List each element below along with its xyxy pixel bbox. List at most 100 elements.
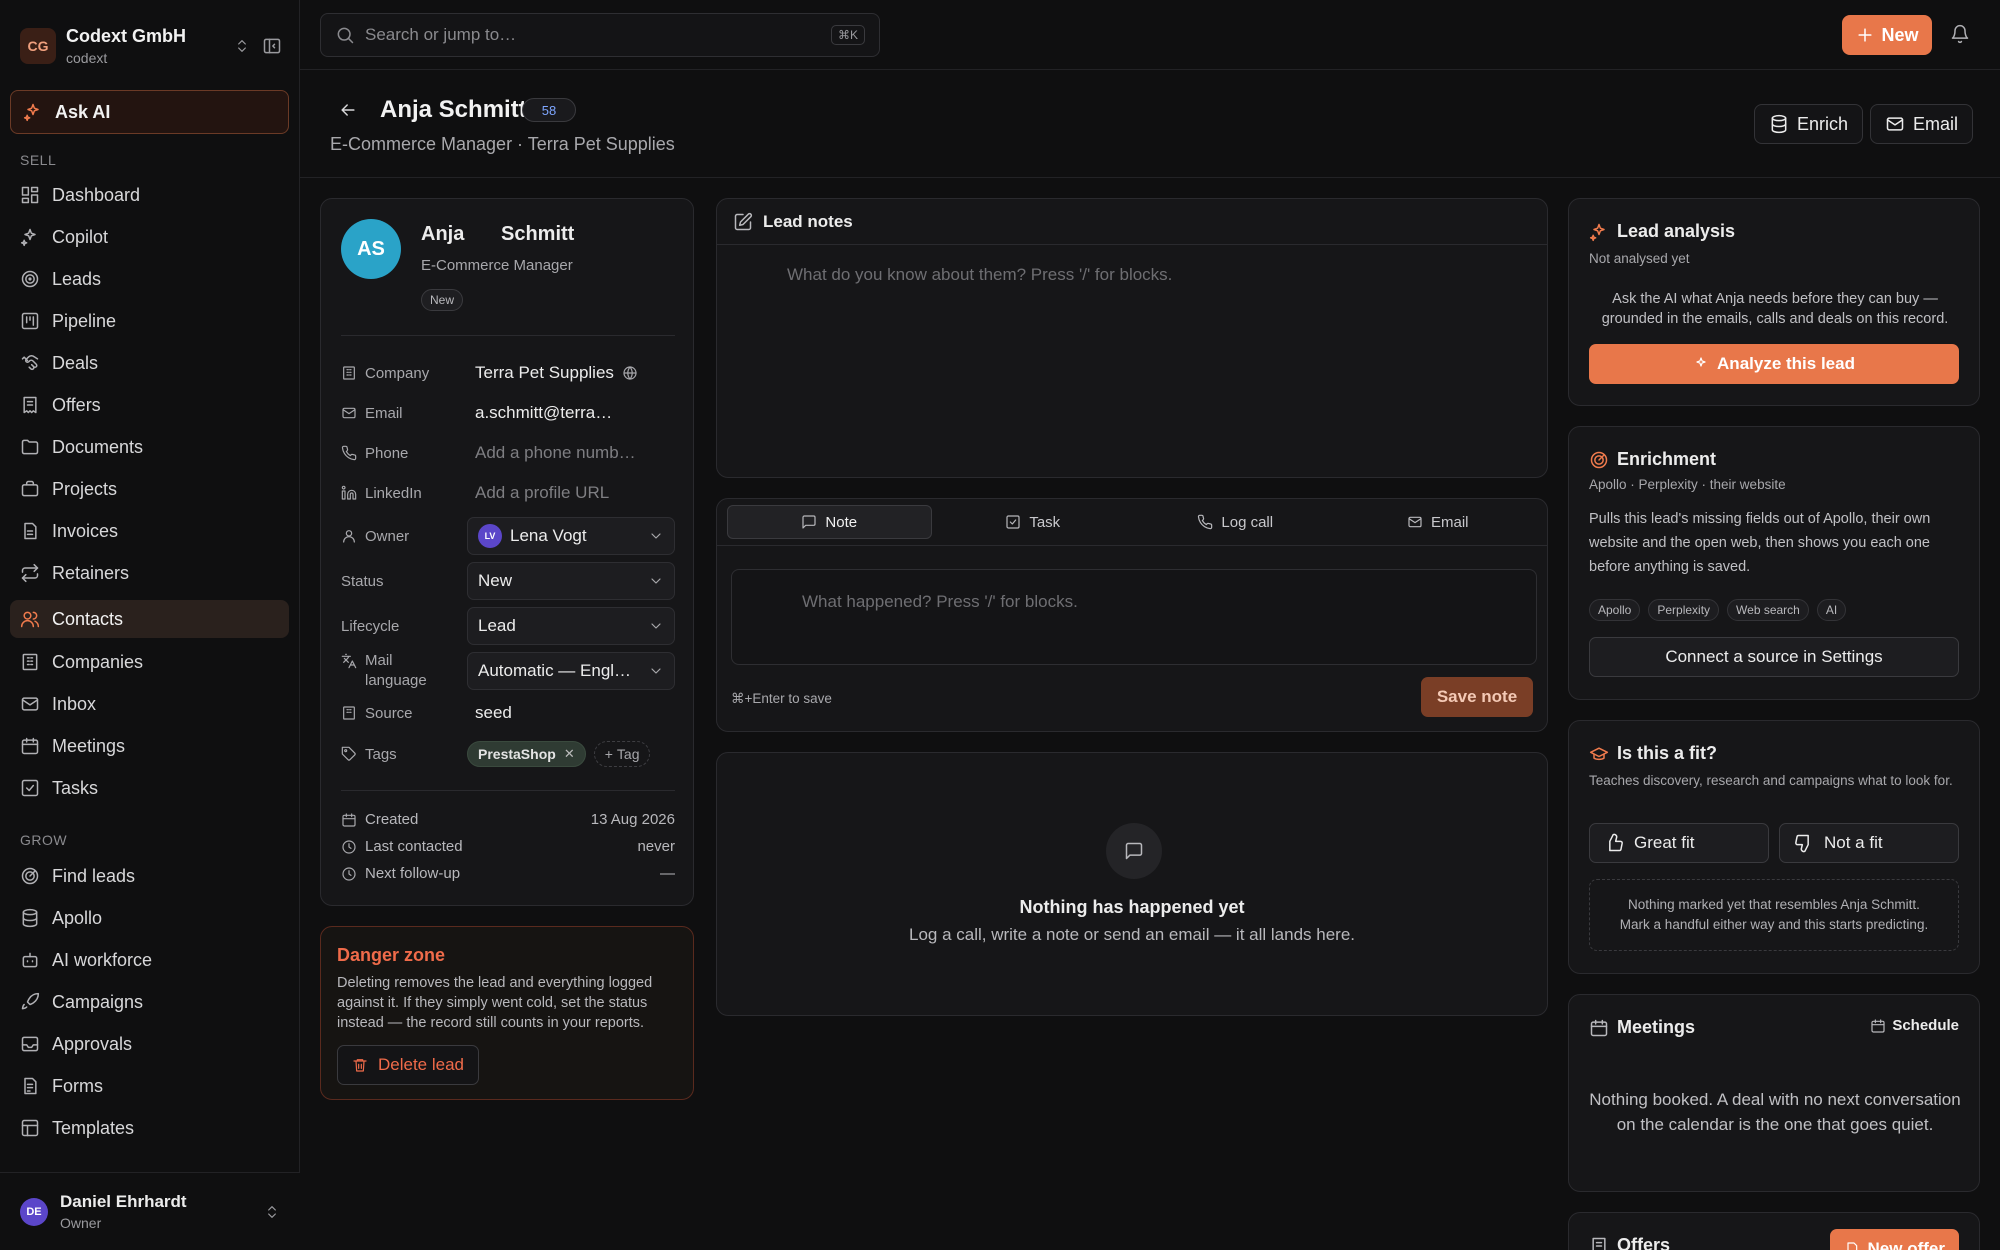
sidebar-item-forms[interactable]: Forms <box>10 1067 289 1105</box>
radar-icon <box>1590 451 1608 468</box>
enrich-button[interactable]: Enrich <box>1754 104 1864 144</box>
sparkles-icon <box>1696 357 1706 367</box>
card-title: Meetings <box>1617 1017 1696 1037</box>
enrich-label: Enrich <box>1797 113 1849 134</box>
new-button[interactable]: New <box>1842 15 1932 55</box>
email-row: Email a.schmitt@terra… <box>341 403 675 423</box>
sidebar-item-projects[interactable]: Projects <box>10 470 289 508</box>
new-offer-button[interactable]: New offer <box>1829 1229 1959 1250</box>
sidebar-item-companies[interactable]: Companies <box>10 643 289 681</box>
email-field[interactable]: a.schmitt@terra… <box>475 403 612 423</box>
meetings-card: Meetings Schedule Nothing booked. A deal… <box>1568 994 1980 1192</box>
sidebar-item-dashboard[interactable]: Dashboard <box>10 176 289 214</box>
analyze-lead-button[interactable]: Analyze this lead <box>1589 344 1959 384</box>
lead-score-badge: 58 <box>522 98 576 122</box>
phone-row: Phone Add a phone numb… <box>341 443 675 463</box>
first-name-field[interactable]: Anja <box>421 223 464 246</box>
activity-note-placeholder: What happened? Press '/' for blocks. <box>802 592 1078 611</box>
tab-log-call[interactable]: Log call <box>1134 505 1337 539</box>
great-fit-button[interactable]: Great fit <box>1589 823 1769 863</box>
bot-icon <box>22 952 38 968</box>
owner-avatar: LV <box>478 524 502 548</box>
chevron-up-down-icon[interactable] <box>234 38 250 54</box>
user-role: Owner <box>60 1215 102 1231</box>
sidebar-item-inbox[interactable]: Inbox <box>10 685 289 723</box>
ask-ai-button[interactable]: Ask AI <box>10 90 289 134</box>
sidebar-item-label: Campaigns <box>52 991 144 1012</box>
sidebar-item-label: Apollo <box>52 907 103 928</box>
sidebar-item-templates[interactable]: Templates <box>10 1109 289 1147</box>
search-placeholder: Search or jump to… <box>365 25 517 44</box>
sidebar-item-pipeline[interactable]: Pipeline <box>10 302 289 340</box>
status-select[interactable]: New <box>467 562 675 600</box>
tab-email[interactable]: Email <box>1337 505 1540 539</box>
close-icon[interactable]: ✕ <box>564 746 575 762</box>
mail-language-select[interactable]: Automatic — Engl… <box>467 652 675 690</box>
sidebar-item-deals[interactable]: Deals <box>10 344 289 382</box>
tab-task[interactable]: Task <box>932 505 1135 539</box>
sidebar-item-invoices[interactable]: Invoices <box>10 512 289 550</box>
phone-field[interactable]: Add a phone numb… <box>475 443 636 463</box>
tag-icon <box>341 746 356 761</box>
back-arrow-icon[interactable] <box>338 100 358 120</box>
tag-chip[interactable]: PrestaShop ✕ <box>467 741 586 767</box>
radar-icon <box>21 867 39 885</box>
sidebar-item-documents[interactable]: Documents <box>10 428 289 466</box>
linkedin-field[interactable]: Add a profile URL <box>475 483 609 503</box>
sidebar-item-approvals[interactable]: Approvals <box>10 1025 289 1063</box>
tab-label: Note <box>825 513 858 531</box>
sidebar-item-ai-workforce[interactable]: AI workforce <box>10 941 289 979</box>
sidebar-item-tasks[interactable]: Tasks <box>10 769 289 807</box>
email-button[interactable]: Email <box>1870 104 1974 144</box>
company-value[interactable]: Terra Pet Supplies <box>475 363 638 383</box>
chevron-down-icon <box>651 668 661 674</box>
calendar-icon <box>21 737 39 755</box>
enrichment-source-chips: Apollo Perplexity Web search AI <box>1589 599 1854 621</box>
add-tag-button[interactable]: + Tag <box>593 741 651 767</box>
mail-icon <box>21 697 39 711</box>
sidebar-item-retainers[interactable]: Retainers <box>10 554 289 592</box>
bell-icon[interactable] <box>1950 24 1970 44</box>
sidebar-item-leads[interactable]: Leads <box>10 260 289 298</box>
last-name-field[interactable]: Schmitt <box>501 223 574 246</box>
sidebar-item-contacts[interactable]: Contacts <box>10 600 289 638</box>
source-chip: Perplexity <box>1648 599 1720 621</box>
database-icon <box>1771 114 1787 134</box>
source-chip: AI <box>1816 599 1847 621</box>
lead-notes-editor[interactable]: What do you know about them? Press '/' f… <box>787 265 1172 285</box>
search-input[interactable]: Search or jump to… ⌘K <box>320 13 880 57</box>
connect-source-button[interactable]: Connect a source in Settings <box>1589 637 1959 677</box>
job-title-field[interactable]: E-Commerce Manager <box>421 257 573 274</box>
sidebar-item-offers[interactable]: Offers <box>10 386 289 424</box>
tab-note[interactable]: Note <box>727 505 932 539</box>
sidebar-item-label: Companies <box>52 651 144 672</box>
sparkles-icon <box>23 103 39 122</box>
building-icon <box>343 706 355 720</box>
enrichment-sources: Apollo · Perplexity · their website <box>1589 477 1786 492</box>
dashboard-icon <box>21 186 39 204</box>
sidebar-item-copilot[interactable]: Copilot <box>10 218 289 256</box>
building-icon <box>343 366 355 380</box>
lifecycle-select[interactable]: Lead <box>467 607 675 645</box>
owner-select[interactable]: LV Lena Vogt <box>467 517 675 555</box>
analyze-lead-label: Analyze this lead <box>1717 354 1855 373</box>
sidebar-item-apollo[interactable]: Apollo <box>10 899 289 937</box>
activity-note-input[interactable]: What happened? Press '/' for blocks. <box>731 569 1537 665</box>
divider <box>341 790 675 791</box>
card-title: Is this a fit? <box>1617 743 1718 763</box>
user-menu[interactable]: DE Daniel Ehrhardt Owner <box>0 1172 300 1250</box>
last-contacted-value: never <box>637 838 675 855</box>
sidebar-item-find-leads[interactable]: Find leads <box>10 857 289 895</box>
delete-lead-button[interactable]: Delete lead <box>337 1045 480 1085</box>
source-value[interactable]: seed <box>475 703 512 723</box>
collapse-sidebar-icon[interactable] <box>262 36 282 56</box>
globe-icon[interactable] <box>622 365 638 381</box>
offers-title: Offers <box>1589 1235 1670 1250</box>
meta-label: Next follow-up <box>365 865 461 882</box>
save-note-button[interactable]: Save note <box>1421 677 1533 717</box>
sidebar-item-meetings[interactable]: Meetings <box>10 727 289 765</box>
schedule-button[interactable]: Schedule <box>1870 1017 1959 1034</box>
sidebar-item-campaigns[interactable]: Campaigns <box>10 983 289 1021</box>
workspace-switcher[interactable]: CG Codext GmbH codext <box>20 22 282 70</box>
not-a-fit-button[interactable]: Not a fit <box>1779 823 1959 863</box>
